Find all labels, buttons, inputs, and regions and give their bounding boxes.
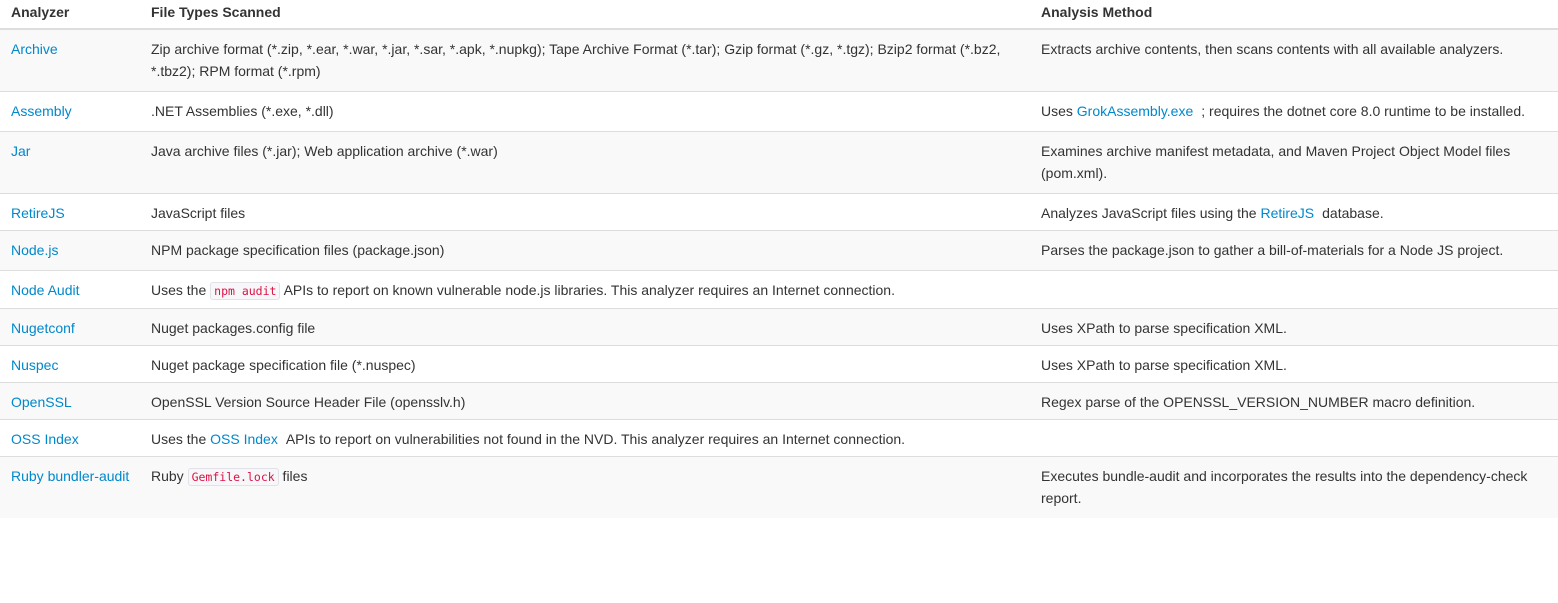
method-text: database.: [1322, 205, 1384, 221]
table-row: RetireJS JavaScript files Analyzes JavaS…: [0, 193, 1558, 231]
file-types-cell: OpenSSL Version Source Header File (open…: [140, 382, 1030, 420]
table-row: Ruby bundler-audit Ruby Gemfile.lock fil…: [0, 456, 1558, 518]
analysis-method-cell: Executes bundle-audit and incorporates t…: [1030, 456, 1558, 518]
table-row: Nugetconf Nuget packages.config file Use…: [0, 308, 1558, 346]
npm-audit-code: npm audit: [210, 282, 281, 300]
analyzer-link-ruby-bundler-audit[interactable]: Ruby bundler-audit: [11, 468, 129, 484]
analysis-method-cell: Regex parse of the OPENSSL_VERSION_NUMBE…: [1030, 382, 1558, 420]
file-types-cell: Ruby Gemfile.lock files: [140, 456, 1030, 518]
analyzer-link-archive[interactable]: Archive: [11, 41, 58, 57]
file-types-cell: Nuget packages.config file: [140, 308, 1030, 346]
table-row: Nuspec Nuget package specification file …: [0, 345, 1558, 383]
oss-index-link[interactable]: OSS Index: [210, 431, 278, 447]
file-types-text: APIs to report on vulnerabilities not fo…: [285, 431, 906, 447]
analyzer-link-node-audit[interactable]: Node Audit: [11, 282, 80, 298]
file-types-text: files: [278, 468, 308, 484]
analysis-method-cell: Uses GrokAssembly.exe ; requires the dotn…: [1030, 91, 1558, 132]
file-types-cell: .NET Assemblies (*.exe, *.dll): [140, 91, 1030, 132]
file-types-text: Ruby: [151, 468, 188, 484]
file-types-text: Uses the: [151, 431, 211, 447]
analysis-method-cell: Parses the package.json to gather a bill…: [1030, 230, 1558, 271]
table-row: OpenSSL OpenSSL Version Source Header Fi…: [0, 382, 1558, 420]
file-types-cell: JavaScript files: [140, 193, 1030, 231]
table-row: Assembly .NET Assemblies (*.exe, *.dll) …: [0, 91, 1558, 132]
header-file-types: File Types Scanned: [140, 0, 1030, 30]
analyzer-link-nugetconf[interactable]: Nugetconf: [11, 320, 75, 336]
table-row: OSS Index Uses the OSS Index APIs to repo…: [0, 419, 1558, 457]
table-row: Archive Zip archive format (*.zip, *.ear…: [0, 28, 1558, 92]
retirejs-link[interactable]: RetireJS: [1260, 205, 1314, 221]
file-types-cell: Uses the OSS Index APIs to report on vuln…: [140, 419, 1558, 457]
file-types-cell: Uses the npm audit APIs to report on kno…: [140, 270, 1558, 309]
method-text: Analyzes JavaScript files using the: [1041, 205, 1261, 221]
file-types-text: APIs to report on known vulnerable node.…: [280, 282, 895, 298]
analysis-method-cell: Uses XPath to parse specification XML.: [1030, 308, 1558, 346]
file-types-text: Uses the: [151, 282, 211, 298]
file-types-cell: Nuget package specification file (*.nusp…: [140, 345, 1030, 383]
analyzer-link-nuspec[interactable]: Nuspec: [11, 357, 58, 373]
analyzer-link-assembly[interactable]: Assembly: [11, 103, 72, 119]
analysis-method-cell: Extracts archive contents, then scans co…: [1030, 28, 1558, 92]
table-row: Node Audit Uses the npm audit APIs to re…: [0, 270, 1558, 309]
analyzer-link-retirejs[interactable]: RetireJS: [11, 205, 65, 221]
analysis-method-cell: Uses XPath to parse specification XML.: [1030, 345, 1558, 383]
analysis-method-cell: Examines archive manifest metadata, and …: [1030, 131, 1558, 194]
table-row: Node.js NPM package specification files …: [0, 230, 1558, 271]
table-row: Jar Java archive files (*.jar); Web appl…: [0, 131, 1558, 194]
file-types-cell: Zip archive format (*.zip, *.ear, *.war,…: [140, 28, 1030, 92]
analyzer-link-nodejs[interactable]: Node.js: [11, 242, 58, 258]
analyzer-link-oss-index[interactable]: OSS Index: [11, 431, 79, 447]
header-analyzer: Analyzer: [0, 0, 140, 30]
file-types-cell: NPM package specification files (package…: [140, 230, 1030, 271]
analyzers-table: Analyzer File Types Scanned Analysis Met…: [0, 0, 1558, 518]
gemfile-lock-code: Gemfile.lock: [187, 468, 279, 486]
header-row: Analyzer File Types Scanned Analysis Met…: [0, 0, 1558, 30]
analyzer-link-jar[interactable]: Jar: [11, 143, 30, 159]
grokassembly-link[interactable]: GrokAssembly.exe: [1077, 103, 1193, 119]
analysis-method-cell: Analyzes JavaScript files using the Reti…: [1030, 193, 1558, 231]
method-text: ; requires the dotnet core 8.0 runtime t…: [1201, 103, 1525, 119]
header-analysis-method: Analysis Method: [1030, 0, 1558, 30]
file-types-cell: Java archive files (*.jar); Web applicat…: [140, 131, 1030, 194]
analyzer-link-openssl[interactable]: OpenSSL: [11, 394, 72, 410]
method-text: Uses: [1041, 103, 1077, 119]
